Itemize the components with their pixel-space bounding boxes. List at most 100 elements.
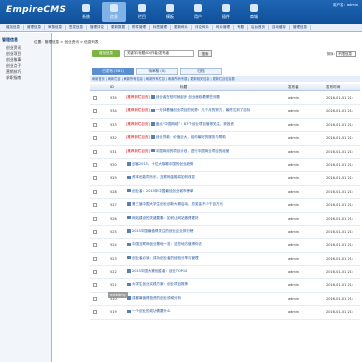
top-links[interactable]: 用户名：admin — [333, 3, 358, 8]
row-title[interactable]: 创业者必读：成功创业者的经验分享与管理 — [132, 256, 199, 260]
menu-bar: 增加信息 管理信息 审核信息 签发信息 管理评论 更新数据 附件管理 标签管理 更新碎片 评论碎片… — [0, 24, 362, 32]
recommend-tag[interactable]: [推荐到栏目页] — [126, 135, 150, 139]
menu-item[interactable]: 管理评论 — [87, 25, 108, 30]
row-title[interactable]: 一分钟看懂创业项目的优势：几个月的努力，最终达到了目标 — [156, 108, 251, 112]
watermark: mebitrhy — [108, 292, 128, 298]
col-date[interactable]: 发布时间 — [326, 85, 340, 90]
sort-value[interactable]: 不限信息 — [336, 51, 356, 57]
row-title[interactable]: 第三届中国大学生创业创新大赛启动，总奖金不少于百万元 — [132, 202, 223, 206]
row-checkbox[interactable] — [93, 229, 97, 234]
top-header: EmpireCMS 系统 信息 栏目 模板 用户 插件 商城 用户名：admin — [0, 0, 362, 24]
row-title[interactable]: 创业者：2015年中国最佳创业城市榜单 — [132, 189, 193, 193]
row-date: 2016-01-01 21: — [326, 149, 354, 154]
menu-item[interactable]: 签发信息 — [66, 25, 87, 30]
row-id: 534 — [110, 109, 117, 114]
top-nav-label: 商城 — [250, 14, 258, 19]
sidebar-item[interactable]: 求职指南 — [6, 75, 49, 81]
breadcrumb: 位置：管理信息 > 创业资讯 > 信息列表 — [34, 40, 99, 44]
row-title[interactable]: 一个创业的成功需要什么 — [132, 309, 171, 313]
menu-item[interactable]: 增加信息 — [3, 25, 24, 30]
row-checkbox[interactable] — [93, 109, 97, 114]
recommend-tag[interactable]: [推荐到栏目页] — [126, 108, 150, 112]
row-publisher: admin — [288, 256, 299, 261]
tab[interactable]: 已发布 (581) — [92, 68, 134, 75]
top-nav-item[interactable]: 模板 — [158, 2, 182, 22]
recommend-tag[interactable]: [推荐到栏目页] — [126, 95, 150, 99]
sort-select[interactable]: 排序: 不限信息 — [327, 51, 356, 57]
menu-item[interactable]: 管理信息 — [24, 25, 45, 30]
row-checkbox[interactable] — [93, 296, 97, 301]
row-title[interactable]: 资本也能同乐乐，互联网金融将如何改变 — [132, 175, 195, 179]
row-date: 2016-01-01 21: — [326, 136, 354, 141]
top-nav-item[interactable]: 用户 — [186, 2, 210, 22]
row-id: 526 — [110, 216, 117, 221]
row-publisher: admin — [288, 229, 299, 234]
row-publisher: admin — [288, 122, 299, 127]
row-checkbox[interactable] — [93, 203, 97, 208]
refresh-links-bar[interactable]: 刷新首页 | 刷新栏目 | 刷新所有信息 | 刷新所有栏目 | 刷新所有专题 |… — [90, 76, 360, 82]
top-nav-item[interactable]: 系统 — [74, 2, 98, 22]
add-info-button[interactable]: 增加信息 — [92, 50, 120, 57]
row-checkbox[interactable] — [93, 162, 97, 167]
row-title[interactable]: 中国商用的项目计划，进行中国商业项目的经营 — [156, 149, 230, 153]
menu-item[interactable]: 碎片管理 — [213, 25, 234, 30]
row-checkbox[interactable] — [93, 256, 97, 261]
row-date: 2016-01-01 21: — [326, 256, 354, 261]
row-title[interactable]: 成都最值得投资的创业领域分析 — [132, 296, 181, 300]
menu-item[interactable]: 附件管理 — [129, 25, 150, 30]
row-checkbox[interactable] — [93, 283, 97, 288]
top-nav-label: 系统 — [82, 14, 90, 19]
row-checkbox[interactable] — [93, 96, 97, 100]
col-id[interactable]: ID — [110, 85, 114, 89]
row-date: 2016-01-01 21: — [326, 122, 354, 127]
menu-item[interactable]: 自动缓存 — [269, 25, 290, 30]
tab[interactable]: 待审核 (0) — [136, 68, 178, 75]
menu-item[interactable]: 更新数据 — [108, 25, 129, 30]
row-checkbox[interactable] — [93, 270, 97, 275]
row-date: 2016-01-01 21: — [326, 270, 354, 275]
site-logo: EmpireCMS — [6, 5, 67, 15]
row-title[interactable]: 创客2015，十位大咖聊中国的创业趋势 — [132, 162, 193, 166]
sort-label: 排序: — [326, 52, 335, 56]
menu-item[interactable]: 更新碎片 — [171, 25, 192, 30]
image-icon — [127, 255, 131, 260]
tab[interactable]: 归档 — [180, 68, 222, 75]
row-title[interactable]: 创业者在校时就起步 创业面临着哪些问题 — [156, 95, 220, 99]
menu-item[interactable]: 管理信息 — [290, 25, 311, 30]
row-title-cell: 大学生创业实践方案：创业项目推荐 — [126, 282, 266, 286]
image-icon — [127, 215, 131, 220]
row-checkbox[interactable] — [93, 189, 97, 194]
row-title[interactable]: 盘点“中国网络”：87个创业项目值得关注，获投资 — [156, 122, 234, 126]
search-input[interactable]: 关键字/标题/ID/作者/发布者 — [124, 50, 194, 57]
row-checkbox[interactable] — [93, 176, 97, 181]
row-title[interactable]: 网站建设的关键要素：如何让网站做得更好 — [132, 216, 199, 220]
row-checkbox[interactable] — [93, 243, 97, 248]
row-checkbox[interactable] — [93, 216, 97, 221]
toolbar: 增加信息 关键字/标题/ID/作者/发布者 搜索 — [92, 50, 212, 57]
row-checkbox[interactable] — [93, 310, 97, 315]
menu-item[interactable]: 标签管理 — [150, 25, 171, 30]
recommend-tag[interactable]: [推荐到栏目页] — [126, 122, 150, 126]
menu-item[interactable]: 后台首页 — [248, 25, 269, 30]
row-checkbox[interactable] — [93, 149, 97, 154]
row-title[interactable]: 2015中国大赛优胜者：创业TOP10 — [132, 269, 187, 273]
top-nav-item[interactable]: 插件 — [214, 2, 238, 22]
table-row: 534 [推荐到栏目页] 一分钟看懂创业项目的优势：几个月的努力，最终达到了目标 ad… — [90, 105, 360, 119]
top-nav-item[interactable]: 商城 — [242, 2, 266, 22]
top-nav-item[interactable]: 栏目 — [130, 2, 154, 22]
row-title[interactable]: 中国互联网创业基地一览：这些地方值得你去 — [132, 242, 202, 246]
row-title-cell: 2015中国大赛优胜者：创业TOP10 — [126, 269, 266, 273]
recommend-tag[interactable]: [推荐到栏目页] — [126, 149, 150, 153]
row-title[interactable]: 大学生创业实践方案：创业项目推荐 — [132, 282, 188, 286]
row-title[interactable]: 创业贷款：价值巨大，给你最好的服务与帮助 — [156, 135, 226, 139]
row-checkbox[interactable] — [93, 122, 97, 127]
menu-item[interactable]: 审核信息 — [45, 25, 66, 30]
menu-item[interactable]: 评论碎片 — [192, 25, 213, 30]
row-checkbox[interactable] — [93, 136, 97, 141]
menu-item[interactable]: 专题 — [234, 25, 248, 30]
image-icon — [127, 175, 131, 180]
search-button[interactable]: 搜索 — [198, 50, 212, 57]
table-row: 527 第三届中国大学生创业创新大赛启动，总奖金不少于百万元 admin 2016-0… — [90, 199, 360, 213]
top-nav-item[interactable]: 信息 — [102, 2, 126, 22]
row-title[interactable]: 2015中国最值得关注的创业企业排行榜 — [132, 229, 193, 233]
